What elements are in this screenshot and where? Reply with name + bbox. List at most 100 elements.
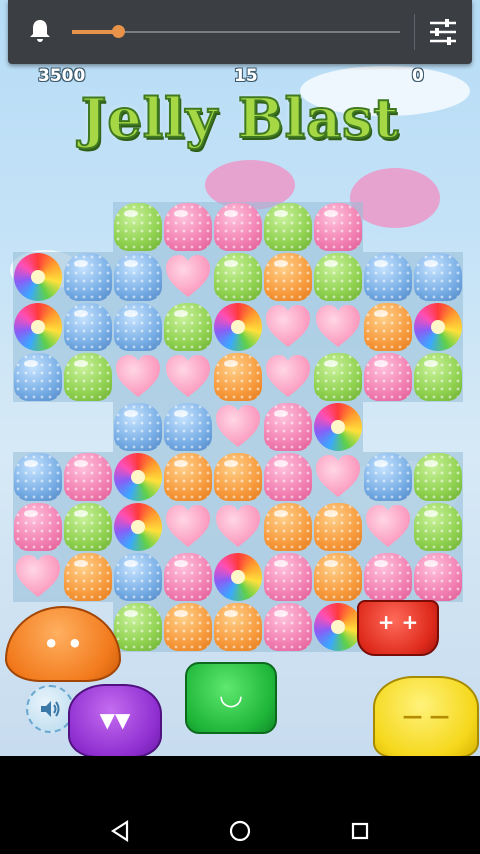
pink-gumdrop-piece[interactable] bbox=[264, 403, 312, 451]
board-cell[interactable] bbox=[113, 352, 163, 402]
blue-gumdrop-piece[interactable] bbox=[14, 353, 62, 401]
board-cell[interactable] bbox=[113, 302, 163, 352]
orange-gumdrop-piece[interactable] bbox=[364, 303, 412, 351]
heart-candy-piece[interactable] bbox=[214, 503, 262, 551]
blue-gumdrop-piece[interactable] bbox=[114, 253, 162, 301]
board-cell[interactable] bbox=[313, 252, 363, 302]
blue-gumdrop-piece[interactable] bbox=[64, 253, 112, 301]
heart-candy-piece[interactable] bbox=[14, 553, 62, 601]
board-cell[interactable] bbox=[213, 302, 263, 352]
board-cell[interactable] bbox=[313, 602, 363, 652]
board-cell[interactable] bbox=[63, 302, 113, 352]
bell-icon[interactable] bbox=[28, 18, 52, 44]
board-cell[interactable] bbox=[213, 402, 263, 452]
tune-icon[interactable] bbox=[428, 18, 458, 46]
green-gumdrop-piece[interactable] bbox=[64, 353, 112, 401]
green-gumdrop-piece[interactable] bbox=[264, 203, 312, 251]
heart-candy-piece[interactable] bbox=[364, 503, 412, 551]
board-cell[interactable] bbox=[113, 252, 163, 302]
pink-gumdrop-piece[interactable] bbox=[164, 203, 212, 251]
board-cell[interactable] bbox=[313, 352, 363, 402]
board-cell[interactable] bbox=[213, 252, 263, 302]
board-cell[interactable] bbox=[213, 552, 263, 602]
heart-candy-piece[interactable] bbox=[164, 253, 212, 301]
pink-gumdrop-piece[interactable] bbox=[264, 453, 312, 501]
board-cell[interactable] bbox=[263, 252, 313, 302]
heart-candy-piece[interactable] bbox=[264, 303, 312, 351]
heart-candy-piece[interactable] bbox=[214, 403, 262, 451]
blue-gumdrop-piece[interactable] bbox=[364, 453, 412, 501]
board-cell[interactable] bbox=[263, 202, 313, 252]
board-cell[interactable] bbox=[313, 452, 363, 502]
pink-gumdrop-piece[interactable] bbox=[214, 203, 262, 251]
rainbow-candy-piece[interactable] bbox=[114, 453, 162, 501]
orange-gumdrop-piece[interactable] bbox=[214, 453, 262, 501]
rainbow-candy-piece[interactable] bbox=[414, 303, 462, 351]
board-cell[interactable] bbox=[113, 402, 163, 452]
board-cell[interactable] bbox=[313, 552, 363, 602]
pink-gumdrop-piece[interactable] bbox=[264, 603, 312, 651]
sound-button[interactable] bbox=[26, 685, 74, 733]
board-cell[interactable] bbox=[313, 302, 363, 352]
pink-gumdrop-piece[interactable] bbox=[164, 553, 212, 601]
board-cell[interactable] bbox=[63, 452, 113, 502]
board-cell[interactable] bbox=[163, 602, 213, 652]
board-cell[interactable] bbox=[363, 502, 413, 552]
board-cell[interactable] bbox=[213, 602, 263, 652]
blue-gumdrop-piece[interactable] bbox=[114, 303, 162, 351]
rainbow-candy-piece[interactable] bbox=[214, 303, 262, 351]
green-gumdrop-piece[interactable] bbox=[314, 353, 362, 401]
slider-thumb[interactable] bbox=[111, 25, 125, 38]
board-cell[interactable] bbox=[213, 502, 263, 552]
orange-gumdrop-piece[interactable] bbox=[214, 353, 262, 401]
pink-gumdrop-piece[interactable] bbox=[364, 353, 412, 401]
board-cell[interactable] bbox=[113, 552, 163, 602]
rainbow-candy-piece[interactable] bbox=[114, 503, 162, 551]
board-cell[interactable] bbox=[263, 602, 313, 652]
board-cell[interactable] bbox=[113, 202, 163, 252]
board-cell[interactable] bbox=[113, 452, 163, 502]
board-cell[interactable] bbox=[313, 502, 363, 552]
board-cell[interactable] bbox=[163, 352, 213, 402]
board-cell[interactable] bbox=[13, 552, 63, 602]
orange-gumdrop-piece[interactable] bbox=[214, 603, 262, 651]
orange-gumdrop-piece[interactable] bbox=[164, 603, 212, 651]
board-cell[interactable] bbox=[263, 502, 313, 552]
board-cell[interactable] bbox=[213, 202, 263, 252]
green-gumdrop-piece[interactable] bbox=[414, 353, 462, 401]
board-cell[interactable] bbox=[13, 352, 63, 402]
board-cell[interactable] bbox=[363, 302, 413, 352]
board-cell[interactable] bbox=[413, 502, 463, 552]
recents-square-icon[interactable] bbox=[351, 822, 369, 840]
board-cell[interactable] bbox=[263, 402, 313, 452]
board-cell[interactable] bbox=[163, 252, 213, 302]
rainbow-candy-piece[interactable] bbox=[314, 603, 362, 651]
blue-gumdrop-piece[interactable] bbox=[414, 253, 462, 301]
heart-candy-piece[interactable] bbox=[164, 503, 212, 551]
orange-gumdrop-piece[interactable] bbox=[264, 503, 312, 551]
board-cell[interactable] bbox=[163, 452, 213, 502]
pink-gumdrop-piece[interactable] bbox=[64, 453, 112, 501]
board-cell[interactable] bbox=[413, 302, 463, 352]
board-cell[interactable] bbox=[163, 552, 213, 602]
heart-candy-piece[interactable] bbox=[264, 353, 312, 401]
rainbow-candy-piece[interactable] bbox=[214, 553, 262, 601]
board-cell[interactable] bbox=[413, 352, 463, 402]
board-cell[interactable] bbox=[63, 352, 113, 402]
orange-gumdrop-piece[interactable] bbox=[314, 553, 362, 601]
heart-candy-piece[interactable] bbox=[164, 353, 212, 401]
blue-gumdrop-piece[interactable] bbox=[114, 403, 162, 451]
board-cell[interactable] bbox=[363, 352, 413, 402]
board-cell[interactable] bbox=[13, 252, 63, 302]
rainbow-candy-piece[interactable] bbox=[314, 403, 362, 451]
pink-gumdrop-piece[interactable] bbox=[14, 503, 62, 551]
green-gumdrop-piece[interactable] bbox=[314, 253, 362, 301]
board-cell[interactable] bbox=[363, 252, 413, 302]
heart-candy-piece[interactable] bbox=[314, 303, 362, 351]
orange-gumdrop-piece[interactable] bbox=[264, 253, 312, 301]
board-cell[interactable] bbox=[113, 602, 163, 652]
volume-slider[interactable] bbox=[72, 22, 400, 42]
board-cell[interactable] bbox=[413, 252, 463, 302]
board-cell[interactable] bbox=[213, 452, 263, 502]
heart-candy-piece[interactable] bbox=[314, 453, 362, 501]
